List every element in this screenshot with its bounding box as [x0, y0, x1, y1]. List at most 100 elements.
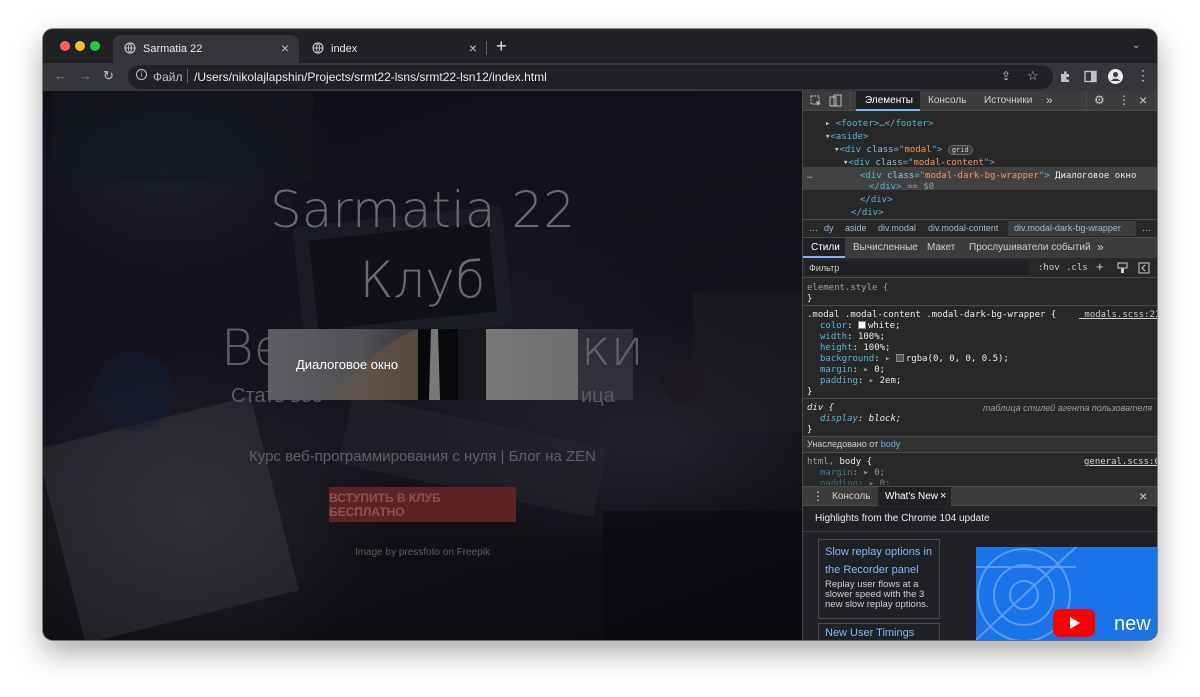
dom-node-wrapper[interactable]: <div class="modal-dark-bg-wrapper"> Диал…: [860, 171, 1136, 181]
breadcrumb-more[interactable]: …: [1142, 223, 1151, 233]
tab-divider: [486, 41, 487, 55]
decl-height[interactable]: height: 100%;: [820, 343, 890, 353]
decl-display[interactable]: display: block;: [820, 414, 901, 424]
dom-node-aside[interactable]: ▾<aside>: [825, 132, 868, 142]
rule-selector[interactable]: .modal .modal-content .modal-dark-bg-wra…: [807, 310, 1056, 320]
dom-node-footer[interactable]: ▸ <footer>…</footer>: [825, 119, 933, 129]
dom-node-modal-close[interactable]: </div>: [851, 208, 884, 218]
cls-toggle[interactable]: .cls: [1066, 263, 1088, 273]
devtools-menu-icon[interactable]: ⋮: [1118, 93, 1130, 107]
modal-dialog[interactable]: Диалоговое окно: [268, 329, 578, 400]
breadcrumb-item[interactable]: div.modal-content: [928, 223, 998, 233]
drawer-tab-whats-new[interactable]: What's New: [885, 491, 938, 502]
decl-value: 0: [879, 479, 886, 485]
tab-styles[interactable]: Стили: [811, 242, 840, 253]
decl-margin[interactable]: margin: ▸ 0;: [820, 365, 885, 375]
breadcrumb-item[interactable]: div.modal: [878, 223, 916, 233]
side-panel-icon[interactable]: [1084, 70, 1097, 83]
share-icon[interactable]: ⇪: [1001, 69, 1011, 83]
decl-width[interactable]: width: 100%;: [820, 332, 885, 342]
more-menu-icon[interactable]: ⋮: [1136, 68, 1150, 82]
close-tab-icon[interactable]: ×: [281, 40, 289, 56]
dom-aside-tag: <aside>: [830, 132, 869, 142]
expand-triangle-icon[interactable]: ▸: [869, 376, 874, 386]
tab-computed[interactable]: Вычисленные: [853, 242, 918, 253]
breadcrumb-item[interactable]: dy: [824, 223, 834, 233]
breadcrumb-item-active[interactable]: div.modal-dark-bg-wrapper: [1014, 223, 1121, 233]
tab-event-listeners[interactable]: Прослушиватели событий: [969, 242, 1091, 253]
extensions-puzzle-icon[interactable]: [1059, 70, 1072, 83]
profile-avatar[interactable]: [1108, 69, 1123, 84]
decl-color[interactable]: color: white;: [820, 321, 900, 331]
tab-index[interactable]: index ×: [301, 35, 487, 63]
tab-elements[interactable]: Элементы: [865, 95, 913, 106]
decl-value: block: [868, 414, 896, 424]
breadcrumb-ellipsis[interactable]: …: [809, 223, 818, 233]
dom-class-value: modal-dark-bg-wrapper: [925, 171, 1039, 181]
more-tabs-chevron-icon[interactable]: »: [1046, 93, 1053, 107]
inspect-element-icon[interactable]: [810, 95, 822, 107]
tab-search-chevron-icon[interactable]: ⌄: [1132, 40, 1140, 51]
new-tab-button[interactable]: +: [496, 36, 507, 57]
reload-icon[interactable]: ↻: [103, 69, 114, 83]
more-style-tabs-chevron-icon[interactable]: »: [1097, 240, 1104, 254]
card-title-link[interactable]: Slow replay options in the Recorder pane…: [825, 543, 937, 579]
decl-value: 0: [874, 365, 880, 375]
close-tab-icon[interactable]: ×: [469, 40, 477, 56]
dom-node-modal[interactable]: ▾<div class="modal"> grid: [834, 145, 973, 155]
decl-margin-inherited[interactable]: margin: ▸ 0;: [820, 468, 885, 478]
close-drawer-icon[interactable]: ×: [1139, 488, 1147, 504]
new-style-rule-icon[interactable]: +: [1096, 259, 1104, 274]
dom-node-content-close[interactable]: </div>: [860, 195, 893, 205]
expand-triangle-icon[interactable]: ▸: [863, 365, 868, 375]
grid-badge[interactable]: grid: [947, 145, 973, 155]
filter-input[interactable]: [806, 261, 1029, 275]
inherited-from-link[interactable]: body: [881, 439, 901, 449]
ua-rule-selector[interactable]: div {: [807, 403, 834, 413]
color-swatch[interactable]: [895, 354, 904, 362]
zoom-window-button[interactable]: [90, 41, 100, 51]
color-swatch[interactable]: [857, 321, 866, 329]
expand-triangle-icon[interactable]: ▸: [885, 354, 890, 364]
decl-background[interactable]: background: ▸ rgba(0, 0, 0, 0.5);: [820, 354, 1009, 364]
card-body: Replay user flows at a slower speed with…: [825, 579, 929, 610]
tab-layout[interactable]: Макет: [927, 242, 955, 253]
address-bar[interactable]: i Файл /Users/nikolajlapshin/Projects/sr…: [128, 65, 1053, 89]
breadcrumb-item[interactable]: aside: [845, 223, 867, 233]
minimize-window-button[interactable]: [75, 41, 85, 51]
ellipsis-icon[interactable]: …: [807, 171, 812, 181]
back-arrow-icon[interactable]: ←: [54, 69, 67, 83]
devtools-panel: Элементы Консоль Источники » ⚙ ⋮ × ▸ <fo…: [802, 91, 1157, 640]
close-devtools-icon[interactable]: ×: [1139, 92, 1147, 108]
join-club-button[interactable]: ВСТУПИТЬ В КЛУБ БЕСПЛАТНО: [329, 487, 516, 522]
close-window-button[interactable]: [60, 41, 70, 51]
close-drawer-tab-icon[interactable]: ×: [940, 490, 946, 502]
inherited-text: Унаследовано от: [807, 439, 879, 449]
html-body-selector[interactable]: html, body {: [807, 457, 872, 467]
paint-brush-icon[interactable]: [1117, 262, 1128, 274]
card-title-link[interactable]: New User Timings: [825, 627, 937, 639]
rule-source-link[interactable]: _modals.scss:21: [1079, 310, 1157, 320]
drawer-tab-console[interactable]: Консоль: [832, 491, 870, 502]
youtube-play-button[interactable]: [1053, 609, 1095, 637]
decl-padding-inherited[interactable]: padding: ▸ 0;: [820, 479, 890, 485]
tab-sarmatia[interactable]: Sarmatia 22 ×: [113, 35, 299, 63]
dom-close-tag: </div>: [860, 195, 893, 205]
device-toolbar-icon[interactable]: [829, 94, 842, 107]
toggle-sidebar-icon[interactable]: [1138, 262, 1150, 274]
drawer-menu-icon[interactable]: ⋮: [812, 489, 824, 503]
whats-new-card[interactable]: Slow replay options in the Recorder pane…: [818, 539, 940, 619]
forward-arrow-icon[interactable]: →: [79, 69, 92, 83]
info-icon[interactable]: i: [136, 69, 147, 80]
bookmark-star-icon[interactable]: ☆: [1027, 68, 1039, 84]
whats-new-card[interactable]: New User Timings: [818, 623, 940, 640]
tab-console[interactable]: Консоль: [928, 95, 966, 106]
element-style-selector[interactable]: element.style {: [807, 283, 888, 293]
decl-padding[interactable]: padding: ▸ 2em;: [820, 376, 901, 386]
settings-gear-icon[interactable]: ⚙: [1094, 93, 1105, 107]
tab-sources[interactable]: Источники: [984, 95, 1032, 106]
dom-node-wrapper-close[interactable]: </div> == $0: [869, 182, 934, 192]
whats-new-video-thumbnail[interactable]: new: [976, 547, 1157, 640]
html-body-source-link[interactable]: general.scss:6: [1084, 457, 1157, 467]
hov-toggle[interactable]: :hov: [1038, 263, 1060, 273]
